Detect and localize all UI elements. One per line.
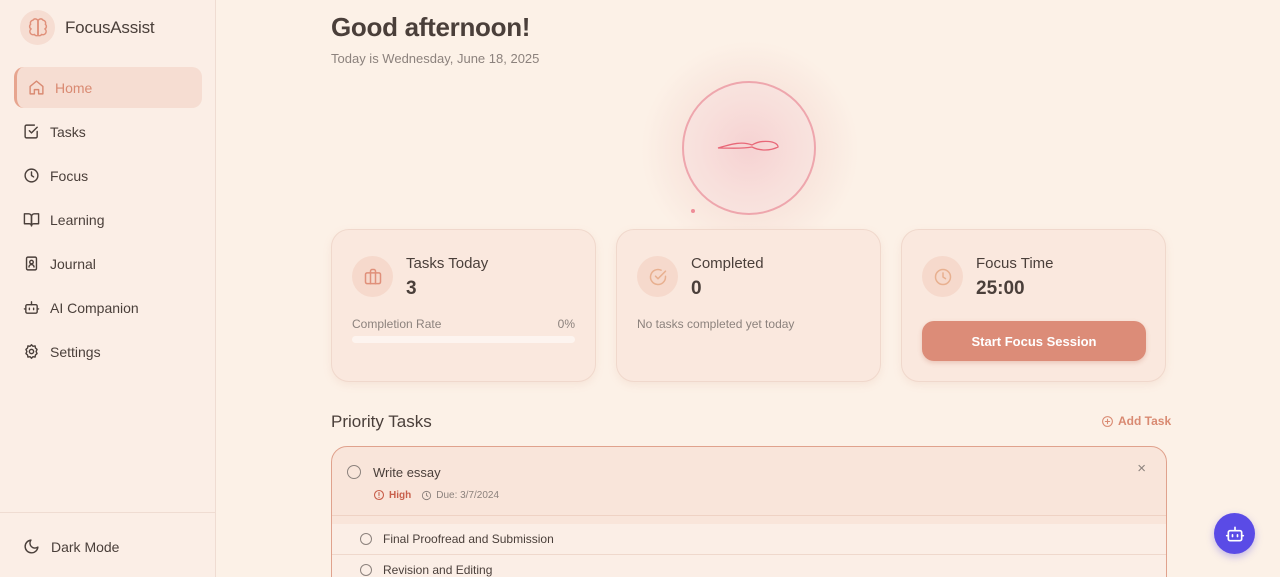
- card-title: Focus Time: [976, 255, 1054, 272]
- plus-circle-icon: [1102, 415, 1113, 427]
- gear-icon: [25, 344, 38, 359]
- card-value: 25:00: [976, 278, 1025, 299]
- clock-icon: [422, 490, 432, 500]
- subtask-item: Revision and Editing: [332, 555, 1166, 577]
- sidebar-item-settings[interactable]: Settings: [14, 331, 202, 372]
- sidebar-item-home[interactable]: Home: [14, 67, 202, 108]
- clock-icon: [24, 168, 39, 183]
- book-icon: [23, 213, 40, 227]
- add-task-label: Add Task: [1118, 414, 1172, 428]
- clock-icon: [922, 256, 963, 297]
- priority-task-card: Write essay High Due: 3/7/2024 × Final P…: [331, 446, 1167, 577]
- sidebar-item-label: Focus: [50, 167, 89, 184]
- sidebar-item-ai-companion[interactable]: AI Companion: [14, 287, 202, 328]
- close-icon[interactable]: ×: [1137, 460, 1146, 477]
- sidebar-item-label: Tasks: [50, 123, 86, 140]
- main-nav: Home Tasks Focus Learning Journal AI Com…: [14, 67, 202, 375]
- dark-mode-toggle[interactable]: Dark Mode: [23, 538, 119, 555]
- due-label: Due: 3/7/2024: [436, 489, 500, 501]
- sidebar: FocusAssist Home Tasks Focus Learning Jo…: [0, 0, 216, 577]
- task-complete-checkbox[interactable]: [347, 465, 361, 479]
- card-title: Tasks Today: [406, 255, 489, 272]
- task-meta: High Due: 3/7/2024: [373, 489, 499, 501]
- sidebar-item-learning[interactable]: Learning: [14, 199, 202, 240]
- app-name: FocusAssist: [65, 17, 155, 37]
- priority-label: High: [389, 489, 412, 501]
- priority-badge: High: [373, 489, 411, 501]
- sidebar-item-label: Settings: [50, 343, 101, 360]
- card-value: 3: [406, 278, 417, 299]
- page-title: Good afternoon!: [331, 12, 531, 42]
- subtask-checkbox[interactable]: [360, 564, 372, 576]
- brain-icon: [20, 10, 55, 45]
- robot-icon: [23, 301, 40, 314]
- sidebar-item-label: Journal: [50, 255, 96, 272]
- subtask-label: Revision and Editing: [383, 563, 493, 577]
- date-line: Today is Wednesday, June 18, 2025: [331, 51, 540, 66]
- sidebar-divider: [0, 512, 216, 513]
- sidebar-item-label: AI Companion: [50, 299, 139, 316]
- completion-progress-bar: [352, 336, 575, 343]
- section-title: Priority Tasks: [331, 412, 432, 431]
- sidebar-item-focus[interactable]: Focus: [14, 155, 202, 196]
- check-circle-icon: [637, 256, 678, 297]
- completion-rate-label: Completion Rate: [352, 317, 442, 331]
- start-focus-session-button[interactable]: Start Focus Session: [922, 321, 1146, 361]
- orb-squiggle: [717, 140, 779, 151]
- subtask-label: Final Proofread and Submission: [383, 532, 554, 546]
- alert-circle-icon: [373, 489, 385, 501]
- subtask-item: Final Proofread and Submission: [332, 524, 1166, 555]
- tasks-today-card: Tasks Today 3 Completion Rate 0%: [331, 229, 596, 382]
- ai-assistant-button[interactable]: [1214, 513, 1255, 554]
- checkbox-icon: [24, 124, 38, 139]
- sidebar-item-label: Home: [55, 79, 93, 96]
- focus-time-card: Focus Time 25:00 Start Focus Session: [901, 229, 1166, 382]
- subtask-checkbox[interactable]: [360, 533, 372, 545]
- task-header: Write essay High Due: 3/7/2024 ×: [332, 447, 1166, 516]
- task-title: Write essay: [373, 465, 441, 480]
- dark-mode-label: Dark Mode: [51, 538, 120, 555]
- card-title: Completed: [691, 255, 764, 272]
- journal-icon: [25, 256, 38, 271]
- companion-orb[interactable]: [682, 81, 816, 215]
- card-value: 0: [691, 278, 702, 299]
- orb-dot: [691, 209, 695, 213]
- briefcase-icon: [352, 256, 393, 297]
- add-task-button[interactable]: Add Task: [1101, 414, 1171, 428]
- completed-card: Completed 0 No tasks completed yet today: [616, 229, 881, 382]
- home-icon: [29, 80, 44, 95]
- completion-rate-value: 0%: [557, 317, 575, 331]
- sidebar-item-tasks[interactable]: Tasks: [14, 111, 202, 152]
- sidebar-item-journal[interactable]: Journal: [14, 243, 202, 284]
- brand[interactable]: FocusAssist: [20, 10, 155, 45]
- completed-note: No tasks completed yet today: [637, 317, 795, 331]
- sidebar-item-label: Learning: [50, 211, 105, 228]
- due-date: Due: 3/7/2024: [421, 490, 499, 501]
- robot-icon: [1225, 526, 1244, 541]
- moon-icon: [24, 539, 39, 554]
